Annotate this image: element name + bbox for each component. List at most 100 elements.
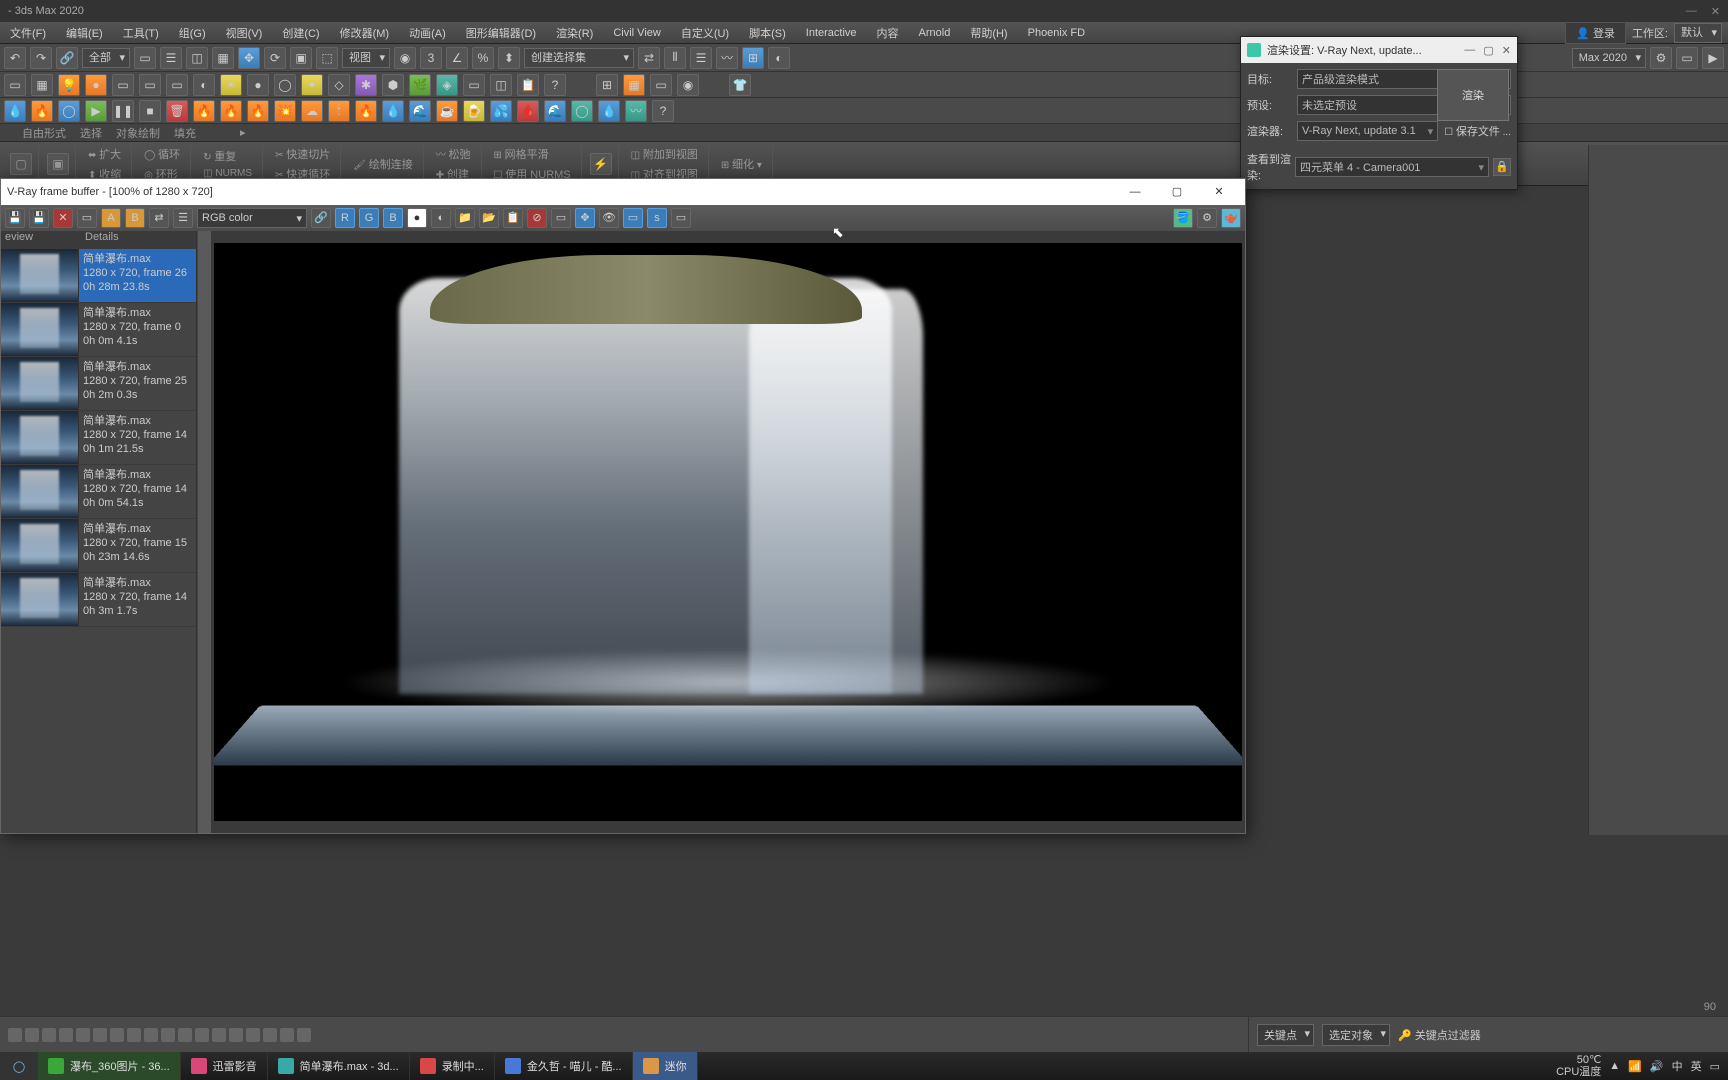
ribbon-quickslice[interactable]: ✂ 快速切片 bbox=[271, 145, 334, 163]
selection-scope-dropdown[interactable]: 全部 bbox=[82, 48, 130, 68]
vfb-folder-icon[interactable]: 📁 bbox=[455, 208, 475, 228]
ribbon-gridsmooth[interactable]: ⊞ 网格平滑 bbox=[490, 145, 575, 163]
pfd-btn[interactable]: ▭ bbox=[166, 74, 188, 96]
align-icon[interactable]: ⫴ bbox=[664, 47, 686, 69]
vfb-max-icon[interactable]: ▢ bbox=[1157, 181, 1197, 203]
pfd-btn[interactable]: ◈ bbox=[436, 74, 458, 96]
selection-set-dropdown[interactable]: 创建选择集 bbox=[524, 48, 634, 68]
window-close-icon[interactable]: ✕ bbox=[1711, 5, 1720, 18]
ribbon-loop[interactable]: ◯ 循环 bbox=[140, 145, 184, 163]
system-tray[interactable]: 50℃ CPU温度 ▲ 📶 🔊 中 英 ▭ bbox=[1548, 1054, 1728, 1078]
nav-icon[interactable] bbox=[76, 1028, 90, 1042]
taskbar-item[interactable]: 迷你 bbox=[633, 1052, 698, 1080]
window-crossing-icon[interactable]: ▦ bbox=[212, 47, 234, 69]
pfd-coffee-icon[interactable]: ☕ bbox=[436, 100, 458, 122]
vfb-clip-icon[interactable]: 📋 bbox=[503, 208, 523, 228]
pfd-foam-icon[interactable]: ◯ bbox=[58, 100, 80, 122]
vfb-g-icon[interactable]: G bbox=[359, 208, 379, 228]
rendered-frame-icon[interactable]: ▭ bbox=[1676, 47, 1698, 69]
vfb-teapot-icon[interactable]: 🫖 bbox=[1221, 208, 1241, 228]
pfd-light-icon[interactable]: 💡 bbox=[58, 74, 80, 96]
vfb-history-item[interactable]: 简单瀑布.max1280 x 720, frame 140h 3m 1.7s bbox=[1, 573, 196, 627]
render-icon[interactable]: ▶ bbox=[1702, 47, 1724, 69]
ribbon-tab-freeform[interactable]: 自由形式 bbox=[22, 125, 66, 141]
pfd-stop-icon[interactable]: ■ bbox=[139, 100, 161, 122]
ribbon-detail[interactable]: ⊞ 细化 ▾ bbox=[717, 155, 766, 173]
menu-interactive[interactable]: Interactive bbox=[796, 27, 867, 39]
nav-icon[interactable] bbox=[263, 1028, 277, 1042]
vfb-r-icon[interactable]: R bbox=[335, 208, 355, 228]
selobj-dropdown[interactable]: 选定对象 bbox=[1322, 1024, 1390, 1046]
pfd-sun-icon[interactable]: ☀ bbox=[220, 74, 242, 96]
pfd-btn[interactable]: ▦ bbox=[31, 74, 53, 96]
pfd-flame2-icon[interactable]: 🔥 bbox=[220, 100, 242, 122]
vfb-min-icon[interactable]: — bbox=[1115, 181, 1155, 203]
pfd-delete-icon[interactable]: 🗑 bbox=[166, 100, 188, 122]
rsd-close-icon[interactable]: ✕ bbox=[1502, 44, 1511, 57]
nav-icon[interactable] bbox=[178, 1028, 192, 1042]
ribbon-sub-icon[interactable]: ▣ bbox=[47, 153, 69, 175]
selectname-icon[interactable]: ☰ bbox=[160, 47, 182, 69]
pfd-btn[interactable]: ◫ bbox=[490, 74, 512, 96]
refcoord-dropdown[interactable]: 视图 bbox=[342, 48, 390, 68]
ribbon-attachview[interactable]: ◫ 附加到视图 bbox=[627, 145, 702, 163]
taskbar-item[interactable]: 简单瀑布.max - 3d... bbox=[268, 1052, 410, 1080]
pfd-candle-icon[interactable]: 🕯 bbox=[328, 100, 350, 122]
maxver-dropdown[interactable]: Max 2020 bbox=[1572, 48, 1646, 68]
schematic-icon[interactable]: ⊞ bbox=[742, 47, 764, 69]
nav-icon[interactable] bbox=[161, 1028, 175, 1042]
pfd-pool-icon[interactable]: ◯ bbox=[571, 100, 593, 122]
vfb-save-icon[interactable]: 💾 bbox=[5, 208, 25, 228]
ribbon-lightning-icon[interactable]: ⚡ bbox=[590, 153, 612, 175]
pfd-btn[interactable]: ▭ bbox=[4, 74, 26, 96]
rsd-savefile-check[interactable]: ☐ 保存文件 ... bbox=[1444, 123, 1511, 139]
rect-select-icon[interactable]: ◫ bbox=[186, 47, 208, 69]
pfd-btn[interactable]: ✱ bbox=[355, 74, 377, 96]
nav-icon[interactable] bbox=[212, 1028, 226, 1042]
pfd-btn[interactable]: ▭ bbox=[463, 74, 485, 96]
pfd-help2-icon[interactable]: ? bbox=[652, 100, 674, 122]
vfb-render-view[interactable] bbox=[211, 231, 1245, 833]
link-icon[interactable]: 🔗 bbox=[56, 47, 78, 69]
vfb-folder2-icon[interactable]: 📂 bbox=[479, 208, 499, 228]
redo-icon[interactable]: ↷ bbox=[30, 47, 52, 69]
nav-icon[interactable] bbox=[93, 1028, 107, 1042]
vfb-a-icon[interactable]: A bbox=[101, 208, 121, 228]
vfb-saveall-icon[interactable]: 💾 bbox=[29, 208, 49, 228]
menu-modifiers[interactable]: 修改器(M) bbox=[330, 25, 400, 41]
vfb-history-list[interactable]: 简单瀑布.max1280 x 720, frame 260h 28m 23.8s… bbox=[1, 249, 196, 833]
ribbon-repeat[interactable]: ↻ 重复 bbox=[199, 147, 256, 165]
window-min-icon[interactable]: — bbox=[1686, 5, 1697, 18]
pfd-btn[interactable]: ✦ bbox=[301, 74, 323, 96]
pfd-btn[interactable]: ◇ bbox=[328, 74, 350, 96]
pfd-sphere-icon[interactable]: ● bbox=[85, 74, 107, 96]
pfd-btn[interactable]: ▭ bbox=[139, 74, 161, 96]
taskbar-item[interactable]: 录制中... bbox=[410, 1052, 495, 1080]
menu-rendering[interactable]: 渲染(R) bbox=[546, 25, 603, 41]
vfb-history-item[interactable]: 简单瀑布.max1280 x 720, frame 140h 0m 54.1s bbox=[1, 465, 196, 519]
vfb-channel-dropdown[interactable]: RGB color bbox=[197, 208, 307, 228]
snap-icon[interactable]: 3 bbox=[420, 47, 442, 69]
mirror-icon[interactable]: ⇄ bbox=[638, 47, 660, 69]
ribbon-box-icon[interactable]: ▢ bbox=[10, 153, 32, 175]
nav-icon[interactable] bbox=[229, 1028, 243, 1042]
pfd-help-icon[interactable]: ? bbox=[544, 74, 566, 96]
vfb-dup-icon[interactable]: ▭ bbox=[77, 208, 97, 228]
menu-file[interactable]: 文件(F) bbox=[0, 25, 56, 41]
pfd-fire-icon[interactable]: 🔥 bbox=[31, 100, 53, 122]
ribbon-expand[interactable]: ⬌ 扩大 bbox=[84, 145, 125, 163]
pfd-shirt-icon[interactable]: 👕 bbox=[729, 74, 751, 96]
pfd-btn[interactable]: ▭ bbox=[112, 74, 134, 96]
vfb-history-item[interactable]: 简单瀑布.max1280 x 720, frame 250h 2m 0.3s bbox=[1, 357, 196, 411]
vfb-close-icon[interactable]: ✕ bbox=[1199, 181, 1239, 203]
nav-icon[interactable] bbox=[25, 1028, 39, 1042]
nav-icon[interactable] bbox=[246, 1028, 260, 1042]
menu-civilview[interactable]: Civil View bbox=[603, 27, 670, 39]
pfd-preset-icon[interactable]: ▦ bbox=[623, 74, 645, 96]
pfd-torch-icon[interactable]: 🔥 bbox=[355, 100, 377, 122]
vfb-cc-icon[interactable]: ▭ bbox=[623, 208, 643, 228]
layer-icon[interactable]: ☰ bbox=[690, 47, 712, 69]
taskbar-item[interactable]: 瀑布_360图片 - 36... bbox=[38, 1052, 181, 1080]
vfb-clear-icon[interactable]: ✕ bbox=[53, 208, 73, 228]
vfb-b2-icon[interactable]: B bbox=[383, 208, 403, 228]
